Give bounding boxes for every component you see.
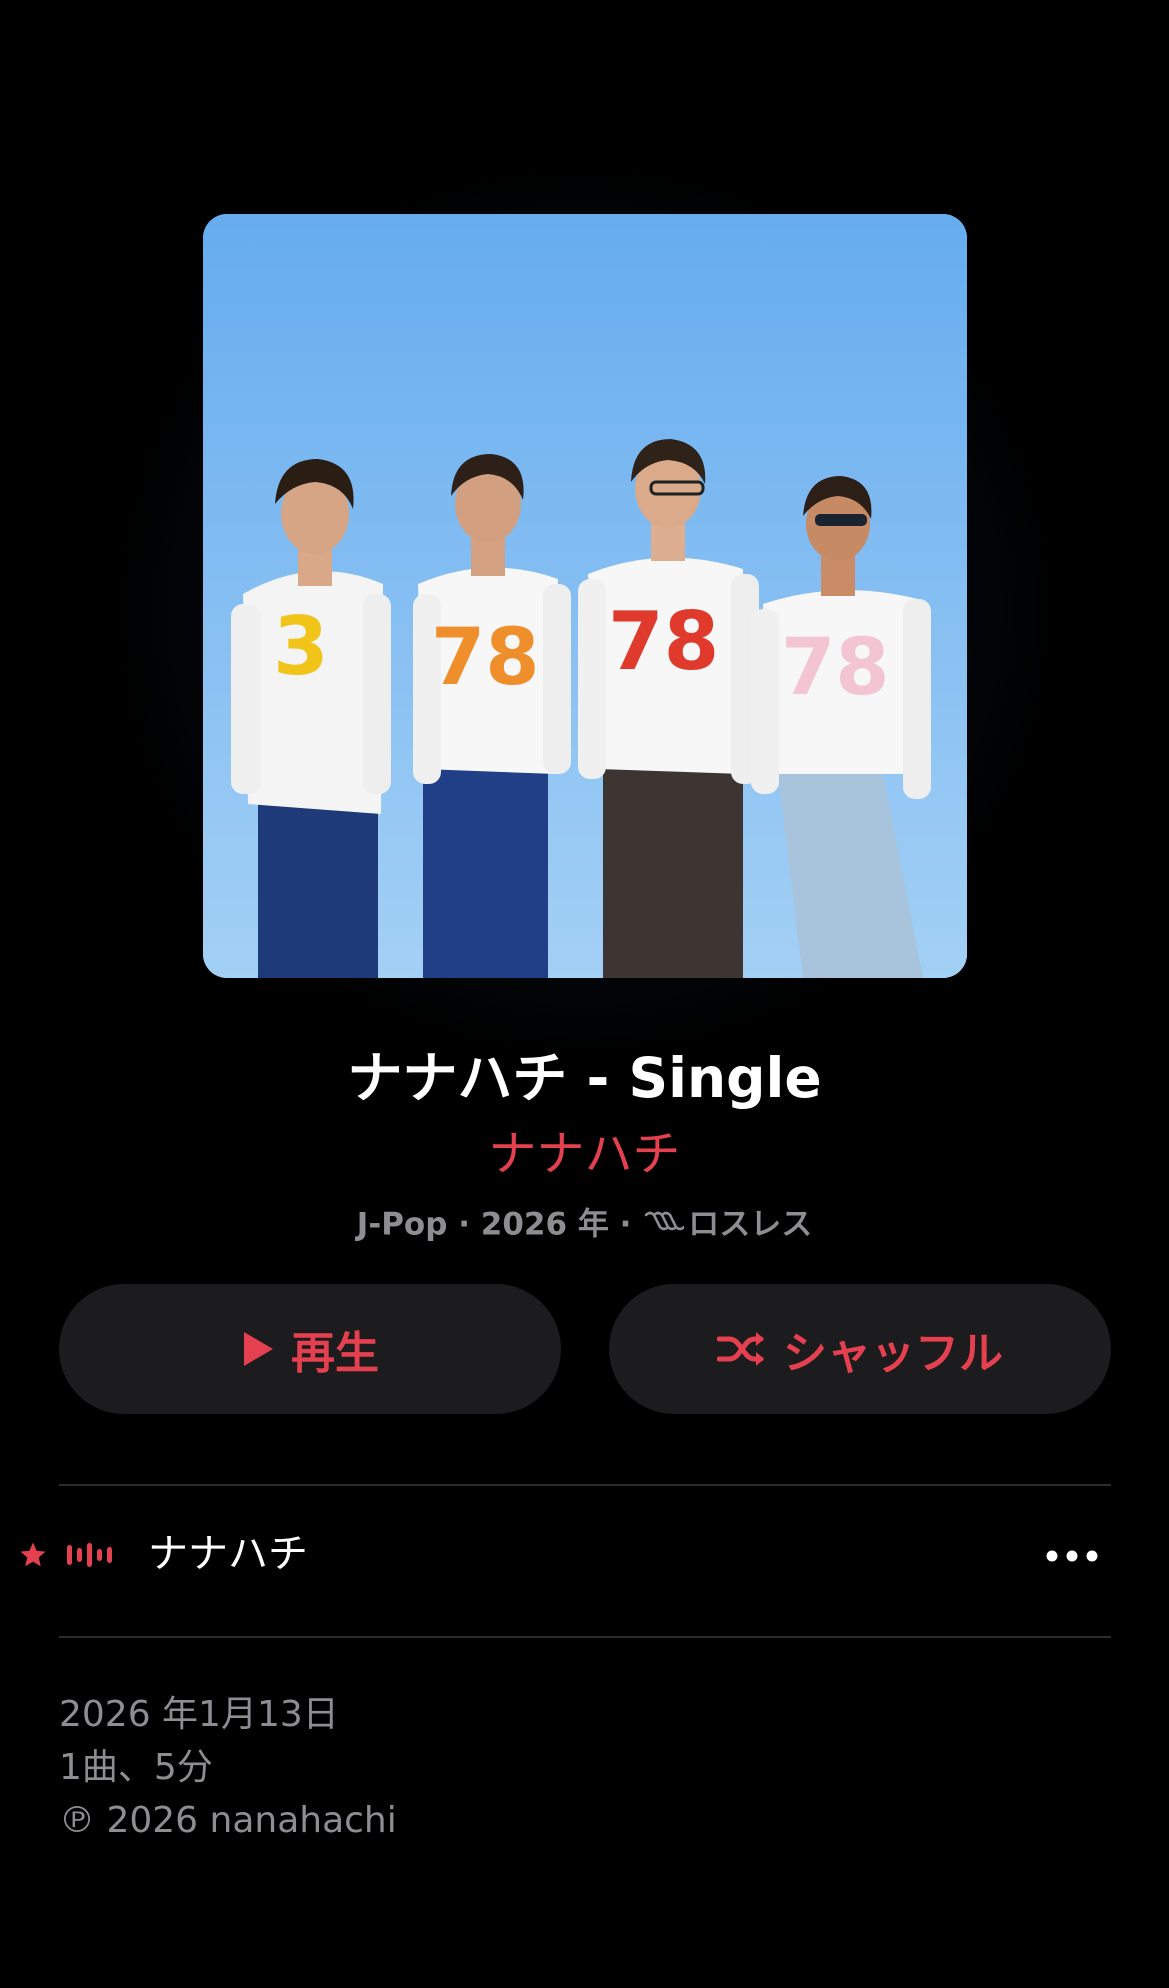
lossless-label: ロスレス (688, 1206, 813, 1243)
lossless-icon (644, 1200, 686, 1246)
play-label: 再生 (291, 1328, 379, 1379)
svg-text:78: 78 (608, 595, 719, 688)
artist-link[interactable]: ナナハチ (0, 1118, 1169, 1190)
genre-year-text: J-Pop · 2026 年 · (356, 1206, 643, 1243)
play-icon (241, 1330, 275, 1368)
album-footer: 2026 年1月13日 1曲、5分 ℗ 2026 nanahachi (59, 1688, 397, 1847)
release-date: 2026 年1月13日 (59, 1694, 339, 1735)
shuffle-button[interactable]: シャッフル (609, 1284, 1111, 1414)
svg-text:3: 3 (273, 600, 329, 693)
album-title: ナナハチ - Single (347, 1046, 822, 1110)
shuffle-icon (717, 1329, 767, 1369)
track-list-bottom-divider (59, 1636, 1111, 1638)
svg-text:78: 78 (781, 623, 890, 713)
album-artwork[interactable]: 3 78 78 78 (203, 214, 967, 978)
track-title: ナナハチ (148, 1531, 308, 1577)
album-meta: J-Pop · 2026 年 · ロスレス (0, 1200, 1169, 1252)
more-options-icon[interactable] (1044, 1548, 1100, 1567)
now-playing-waveform-icon (66, 1541, 116, 1573)
track-row[interactable]: ナナハチ (0, 1486, 1169, 1636)
favorite-star-icon (18, 1540, 48, 1574)
play-button[interactable]: 再生 (59, 1284, 561, 1414)
copyright: ℗ 2026 nanahachi (59, 1800, 397, 1841)
track-summary: 1曲、5分 (59, 1747, 213, 1788)
svg-text:78: 78 (431, 613, 540, 703)
shuffle-label: シャッフル (783, 1328, 1003, 1379)
